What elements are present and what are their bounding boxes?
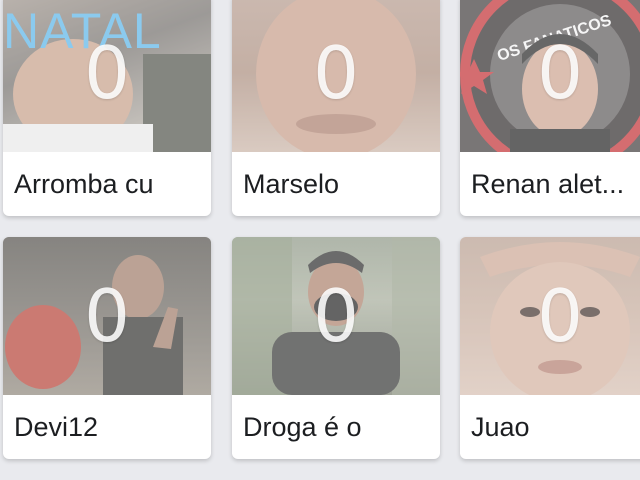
profile-card[interactable]: 0 Droga é o xyxy=(232,237,440,459)
profile-name: Juao xyxy=(471,412,530,442)
profile-photo[interactable]: OS FANATICOS 0 xyxy=(460,0,640,152)
profile-card[interactable]: 0 Juao xyxy=(460,237,640,459)
count-label: 0 xyxy=(537,274,583,358)
profile-card[interactable]: OS FANATICOS 0 Renan alet... xyxy=(460,0,640,216)
count-label: 0 xyxy=(84,31,130,115)
count-label: 0 xyxy=(84,274,130,358)
profile-card[interactable]: 0 Marselo xyxy=(232,0,440,216)
count-label: 0 xyxy=(537,31,583,115)
profile-name: Droga é o xyxy=(243,412,362,442)
profile-card[interactable]: 0 Devi12 xyxy=(3,237,211,459)
profile-name: Marselo xyxy=(243,169,340,199)
profile-photo[interactable]: 0 xyxy=(3,237,211,395)
count-label: 0 xyxy=(313,31,359,115)
profile-photo[interactable]: 0 xyxy=(232,0,440,152)
profile-name: Arromba cu xyxy=(14,169,154,199)
profile-photo[interactable]: 0 xyxy=(232,237,440,395)
profile-photo[interactable]: 0 xyxy=(460,237,640,395)
count-label: 0 xyxy=(313,274,359,358)
profile-card[interactable]: NATAL 0 Arromba cu xyxy=(3,0,211,216)
profile-name: Devi12 xyxy=(14,412,99,442)
profile-photo[interactable]: NATAL 0 xyxy=(3,0,211,152)
profile-grid: NATAL 0 Arromba cu 0 Marselo OS FANATICO… xyxy=(0,0,640,480)
profile-name: Renan alet... xyxy=(471,169,625,199)
